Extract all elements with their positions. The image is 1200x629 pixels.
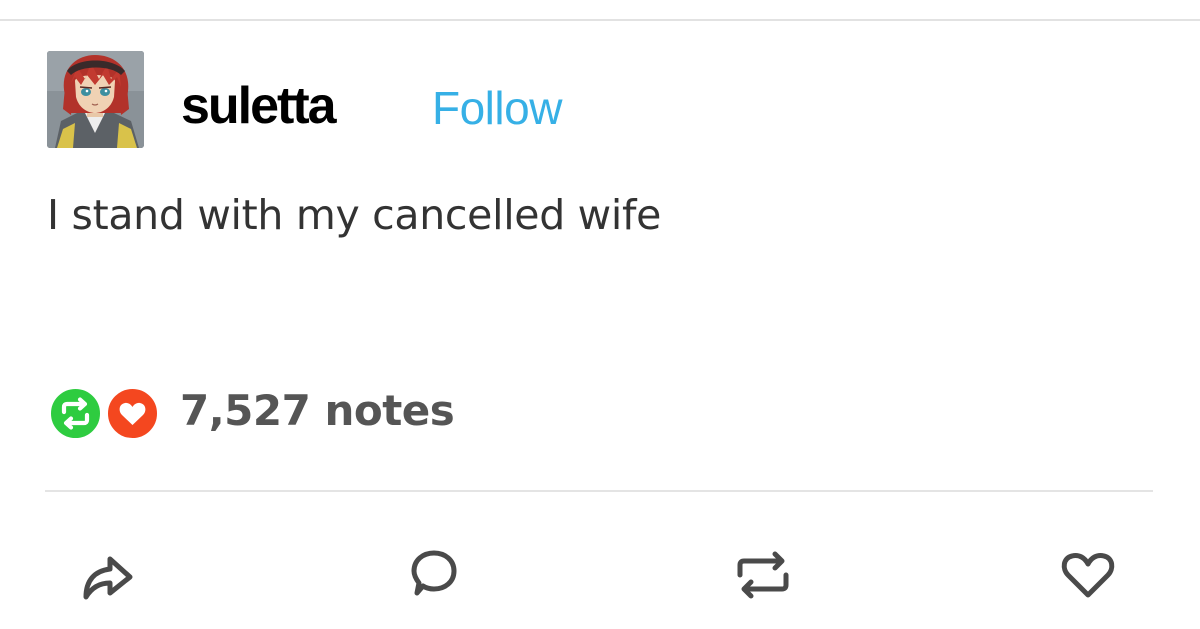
- notes-count: 7,527 notes: [180, 386, 455, 435]
- follow-button[interactable]: Follow: [432, 80, 562, 136]
- note-badges: [48, 383, 166, 441]
- reply-button[interactable]: [404, 545, 464, 605]
- heart-icon: [119, 402, 146, 425]
- actions-divider: [45, 490, 1153, 492]
- heart-icon: [1061, 553, 1115, 598]
- reblog-badge: [48, 386, 103, 441]
- post-body-text: I stand with my cancelled wife: [47, 191, 662, 239]
- anime-character-avatar-icon: [47, 51, 144, 148]
- username[interactable]: suletta: [181, 76, 337, 136]
- reblog-button[interactable]: [733, 545, 793, 605]
- avatar[interactable]: [47, 51, 144, 148]
- reblog-icon: [61, 397, 90, 430]
- share-icon: [83, 556, 133, 600]
- reply-icon: [411, 550, 457, 596]
- like-badge: [105, 386, 160, 441]
- reblog-icon: [737, 551, 789, 599]
- notes-summary[interactable]: 7,527 notes: [48, 383, 455, 441]
- top-divider: [0, 19, 1200, 21]
- share-button[interactable]: [78, 545, 138, 605]
- like-button[interactable]: [1058, 545, 1118, 605]
